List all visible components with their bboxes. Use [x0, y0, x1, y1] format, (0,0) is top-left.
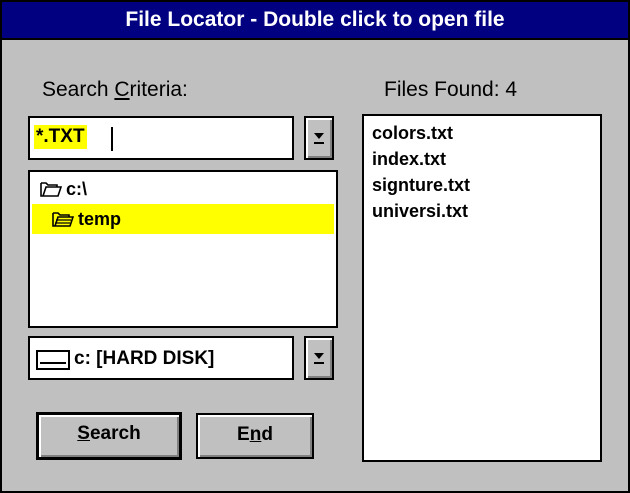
file-item[interactable]: universi.txt [372, 198, 468, 224]
file-item[interactable]: colors.txt [372, 120, 453, 146]
file-item[interactable]: index.txt [372, 146, 446, 172]
window-title: File Locator - Double click to open file [2, 2, 628, 40]
end-button-accel: n [249, 424, 262, 445]
chevron-down-icon [314, 133, 324, 144]
file-locator-window: File Locator - Double click to open file… [0, 0, 630, 493]
file-filter-input[interactable]: *.TXT [28, 116, 294, 160]
directory-name: temp [78, 209, 122, 229]
text-caret [111, 127, 113, 151]
search-criteria-label-post: riteria: [129, 78, 188, 101]
search-criteria-label: Search Criteria: [42, 78, 188, 102]
directory-name: c:\ [66, 179, 88, 199]
drive-select-value: c: [HARD DISK] [74, 348, 215, 369]
search-button-accel: S [77, 423, 90, 444]
folder-open-icon [52, 212, 74, 227]
search-button-label: earch [89, 423, 141, 444]
file-item[interactable]: signture.txt [372, 172, 470, 198]
end-button-label-pre: E [237, 424, 250, 445]
directory-list[interactable]: c:\ temp [28, 170, 338, 328]
directory-item-temp[interactable]: temp [32, 204, 334, 234]
folder-open-icon [40, 182, 62, 197]
files-found-list[interactable]: colors.txt index.txt signture.txt univer… [362, 114, 602, 462]
drive-select[interactable]: c: [HARD DISK] [28, 336, 294, 380]
file-filter-dropdown-button[interactable] [304, 116, 334, 160]
end-button[interactable]: End [196, 413, 314, 459]
hard-disk-icon [36, 350, 70, 370]
search-criteria-label-pre: Search [42, 78, 115, 101]
search-button[interactable]: Search [36, 412, 182, 460]
chevron-down-icon [314, 353, 324, 364]
directory-item-root[interactable]: c:\ [32, 174, 334, 204]
search-criteria-label-accel: C [114, 78, 130, 101]
files-found-label: Files Found: 4 [384, 78, 518, 101]
drive-dropdown-button[interactable] [304, 336, 334, 380]
file-filter-value: *.TXT [34, 125, 87, 149]
file-filter-text: *.TXT [36, 126, 85, 147]
end-button-label-post: d [261, 424, 273, 445]
